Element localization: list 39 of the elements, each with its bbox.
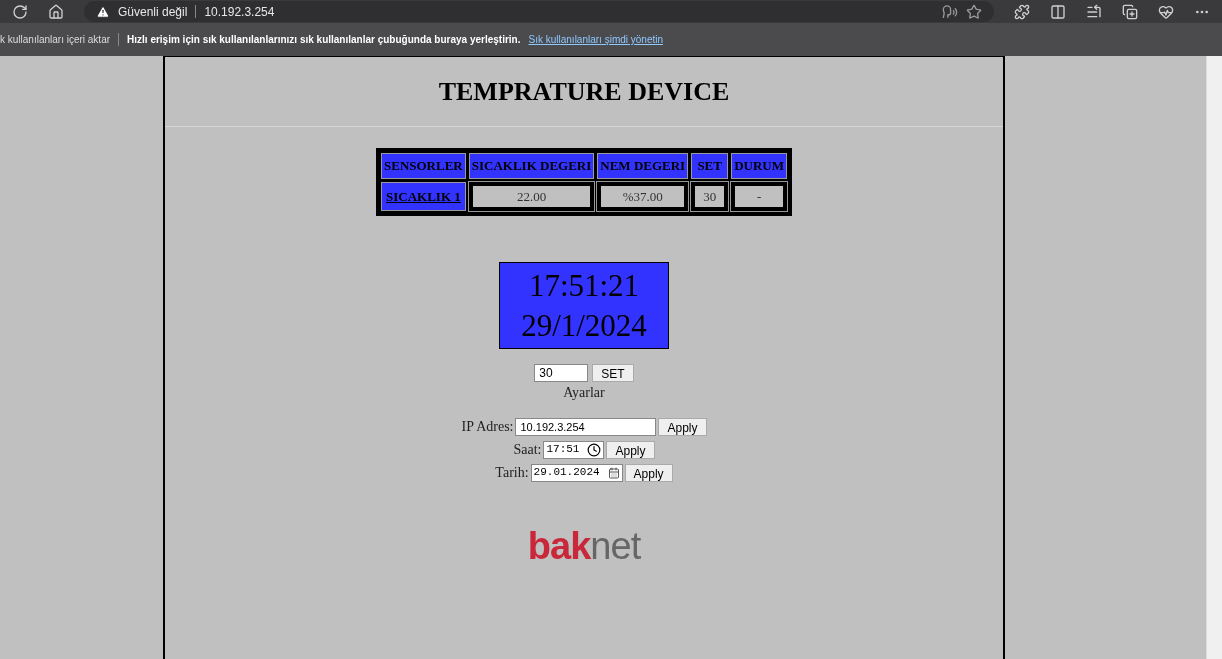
calendar-icon[interactable] [607, 466, 620, 479]
settings-caption: Ayarlar [563, 384, 605, 402]
column-header: NEM DEGERI [597, 153, 689, 179]
import-favorites-link[interactable]: k kullanılanları içeri aktar [0, 32, 111, 47]
column-header: DURUM [731, 153, 787, 179]
collections-icon[interactable] [1122, 3, 1138, 20]
set-input[interactable]: 30 [534, 364, 589, 382]
home-icon[interactable] [48, 3, 64, 20]
extensions-icon[interactable] [1014, 3, 1030, 20]
read-aloud-icon[interactable] [942, 3, 958, 20]
setting-label: Tarih: [495, 464, 529, 482]
logo: baknet [527, 527, 641, 565]
favorite-icon[interactable] [966, 3, 982, 20]
apply-button[interactable]: Apply [658, 417, 707, 436]
address-text: 10.192.3.254 [204, 3, 275, 21]
health-icon[interactable] [1158, 3, 1174, 20]
ip-input[interactable]: 10.192.3.254 [515, 417, 657, 436]
clock-icon[interactable] [587, 442, 602, 457]
date-input[interactable]: 29.01.2024 [530, 463, 623, 482]
setting-label: Saat: [513, 441, 542, 459]
apply-button[interactable]: Apply [606, 440, 655, 459]
setting-label: IP Adres: [461, 418, 514, 436]
column-header: SICAKLIK DEGERI [468, 153, 595, 179]
security-label: Güvenli değil [118, 3, 188, 21]
address-bar[interactable]: Güvenli değil 10.192.3.254 [84, 1, 994, 22]
warning-icon [96, 4, 110, 19]
clock-time: 17:51:21 [528, 266, 640, 305]
clock-date: 29/1/2024 [521, 306, 647, 345]
page-title: TEMPRATURE DEVICE [438, 76, 730, 108]
refresh-icon[interactable] [12, 3, 28, 20]
apply-button[interactable]: Apply [624, 463, 673, 482]
manage-favorites-link[interactable]: Sık kullanılanları şimdi yönetin [528, 32, 664, 47]
time-input[interactable]: 17:51 [543, 440, 605, 459]
bookmarks-hint: Hızlı erişim için sık kullanılanlarınızı sık kullanılanlar çubuğunda buraya yerleştirin. [127, 33, 521, 47]
split-screen-icon[interactable] [1050, 3, 1066, 20]
scrollbar[interactable] [1206, 56, 1222, 659]
column-header: SENSORLER [381, 153, 466, 179]
set-button[interactable]: SET [592, 364, 634, 382]
column-header: SET [691, 153, 729, 179]
